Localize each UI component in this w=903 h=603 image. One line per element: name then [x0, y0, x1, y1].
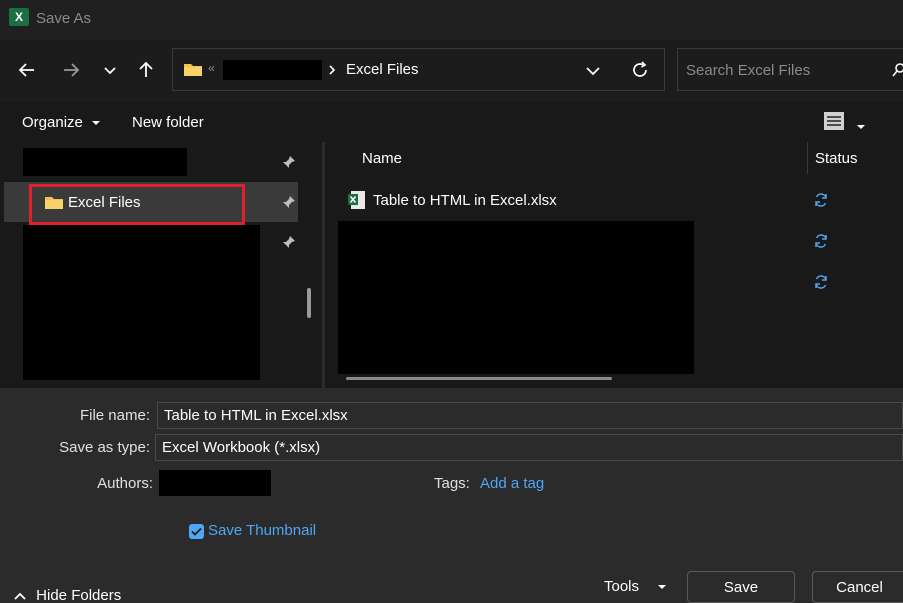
search-icon — [892, 62, 903, 82]
back-button[interactable] — [12, 55, 42, 85]
column-header-status[interactable]: Status — [815, 150, 858, 167]
address-dropdown-button[interactable] — [584, 62, 602, 84]
folder-icon — [183, 61, 203, 81]
title-bar: X Save As — [0, 0, 903, 40]
pin-icon — [282, 195, 296, 213]
save-as-type-select[interactable]: Excel Workbook (*.xlsx) — [155, 434, 903, 461]
authors-input[interactable] — [159, 470, 271, 496]
file-list-scrollbar[interactable] — [346, 377, 612, 380]
refresh-icon — [633, 61, 647, 77]
cancel-button[interactable]: Cancel — [812, 571, 903, 603]
authors-label: Authors: — [97, 475, 153, 492]
organize-label: Organize — [22, 114, 83, 131]
recent-locations-button[interactable] — [95, 55, 125, 85]
nav-items-redacted[interactable] — [23, 225, 260, 380]
view-options-button[interactable] — [823, 111, 845, 135]
nav-pane-scrollbar[interactable] — [307, 288, 311, 318]
hide-folders-label: Hide Folders — [36, 587, 122, 603]
list-view-icon — [824, 112, 844, 130]
nav-item-redacted[interactable] — [23, 148, 187, 176]
pin-icon — [282, 235, 296, 253]
tools-button[interactable]: Tools — [604, 578, 667, 595]
search-input[interactable] — [686, 59, 886, 81]
forward-button[interactable] — [56, 55, 86, 85]
breadcrumb-overflow[interactable]: « — [208, 61, 215, 75]
column-divider[interactable] — [807, 142, 808, 174]
save-thumbnail-checkbox[interactable] — [189, 524, 204, 539]
refresh-button[interactable] — [630, 60, 650, 84]
breadcrumb-current[interactable]: Excel Files — [346, 61, 419, 78]
hide-folders-button[interactable]: Hide Folders — [13, 587, 121, 603]
sync-status-icon — [813, 233, 829, 253]
file-name: Table to HTML in Excel.xlsx — [373, 192, 557, 209]
chevron-down-icon — [586, 67, 600, 76]
arrow-up-icon — [139, 61, 153, 77]
breadcrumb-chevron-icon — [327, 63, 337, 81]
chevron-down-icon — [104, 67, 116, 75]
caret-down-icon — [92, 121, 101, 126]
excel-app-icon: X — [9, 8, 29, 26]
up-button[interactable] — [131, 55, 161, 85]
file-rows-redacted[interactable] — [338, 221, 694, 374]
file-name-label: File name: — [79, 407, 150, 424]
save-as-type-label: Save as type: — [59, 439, 150, 456]
excel-file-icon — [348, 190, 366, 214]
sync-status-icon — [813, 192, 829, 212]
nav-item-label: Excel Files — [68, 194, 141, 211]
chevron-up-icon — [14, 592, 26, 600]
folder-icon — [44, 194, 64, 214]
sync-status-icon — [813, 274, 829, 294]
window-title: Save As — [36, 10, 92, 27]
column-header-name[interactable]: Name — [362, 150, 402, 167]
save-thumbnail-label[interactable]: Save Thumbnail — [208, 522, 316, 539]
organize-button[interactable]: Organize — [22, 114, 101, 131]
new-folder-button[interactable]: New folder — [132, 114, 204, 131]
caret-down-icon — [658, 585, 667, 590]
save-button[interactable]: Save — [687, 571, 795, 603]
tags-label: Tags: — [434, 475, 470, 492]
arrow-right-icon — [64, 63, 80, 77]
pin-icon — [282, 155, 296, 173]
view-dropdown-icon[interactable] — [856, 118, 866, 135]
arrow-left-icon — [18, 63, 34, 77]
breadcrumb-redacted — [223, 60, 322, 80]
file-name-input[interactable]: Table to HTML in Excel.xlsx — [157, 402, 903, 429]
tools-label: Tools — [604, 578, 640, 595]
add-tag-link[interactable]: Add a tag — [480, 475, 544, 492]
search-box[interactable] — [677, 48, 903, 91]
checkmark-icon — [191, 527, 202, 536]
